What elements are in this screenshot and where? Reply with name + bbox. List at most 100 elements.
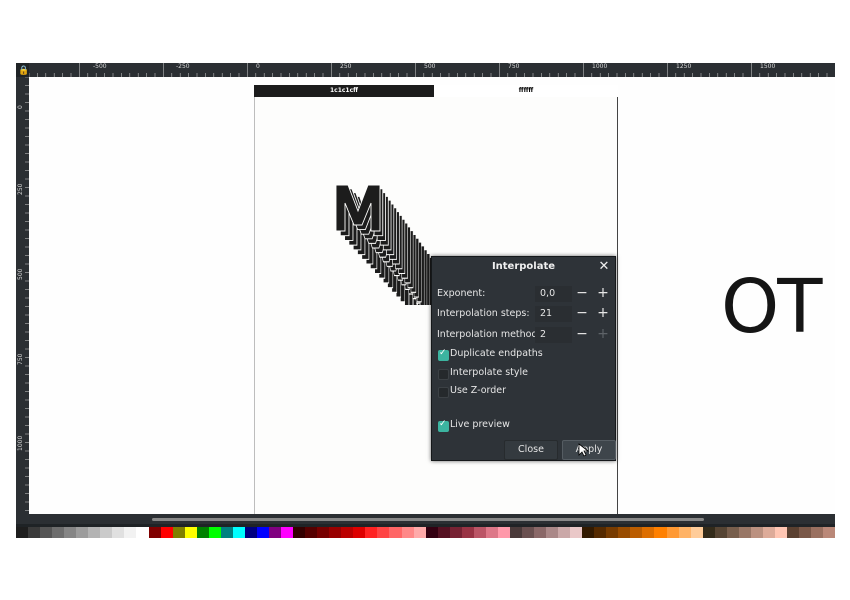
palette-swatch[interactable] (750, 527, 763, 538)
live-preview-checkbox[interactable]: Live preview (438, 419, 598, 433)
palette-swatch[interactable] (702, 527, 715, 538)
steps-increment-button[interactable]: + (593, 306, 613, 322)
palette-swatch[interactable] (534, 527, 547, 538)
palette-swatch[interactable] (136, 527, 149, 538)
color-palette[interactable] (16, 527, 835, 538)
palette-swatch[interactable] (28, 527, 41, 538)
method-decrement-button[interactable]: − (572, 327, 592, 343)
checkbox-unchecked-icon[interactable] (438, 369, 449, 380)
palette-swatch[interactable] (437, 527, 450, 538)
ruler-label: 750 (17, 353, 24, 365)
palette-swatch[interactable] (642, 527, 655, 538)
palette-swatch[interactable] (148, 527, 161, 538)
palette-swatch[interactable] (425, 527, 438, 538)
palette-swatch[interactable] (666, 527, 679, 538)
palette-swatch[interactable] (76, 527, 89, 538)
palette-swatch[interactable] (787, 527, 800, 538)
palette-swatch[interactable] (799, 527, 812, 538)
palette-swatch[interactable] (726, 527, 739, 538)
palette-swatch[interactable] (678, 527, 691, 538)
palette-swatch[interactable] (497, 527, 510, 538)
palette-swatch[interactable] (461, 527, 474, 538)
palette-swatch[interactable] (52, 527, 65, 538)
palette-swatch[interactable] (485, 527, 498, 538)
duplicate-endpaths-checkbox[interactable]: Duplicate endpaths (438, 348, 598, 362)
close-button[interactable]: Close (504, 440, 558, 460)
palette-swatch[interactable] (112, 527, 125, 538)
palette-swatch[interactable] (281, 527, 294, 538)
palette-swatch[interactable] (100, 527, 113, 538)
palette-swatch[interactable] (124, 527, 137, 538)
palette-swatch[interactable] (521, 527, 535, 538)
palette-swatch[interactable] (365, 527, 378, 538)
palette-swatch[interactable] (160, 527, 173, 538)
palette-swatch[interactable] (449, 527, 462, 538)
palette-swatch[interactable] (377, 527, 390, 538)
live-preview-label: Live preview (450, 419, 510, 430)
ruler-label: -250 (176, 63, 190, 70)
palette-swatch[interactable] (546, 527, 559, 538)
checkbox-checked-icon[interactable] (438, 419, 449, 432)
palette-swatch[interactable] (401, 527, 414, 538)
palette-swatch[interactable] (630, 527, 643, 538)
ruler-label: 250 (340, 63, 352, 70)
palette-swatch[interactable] (196, 527, 209, 538)
palette-swatch[interactable] (389, 527, 402, 538)
palette-swatch[interactable] (268, 527, 282, 538)
palette-swatch[interactable] (714, 527, 727, 538)
duplicate-endpaths-label: Duplicate endpaths (450, 348, 543, 359)
palette-swatch[interactable] (208, 527, 221, 538)
lock-icon[interactable]: 🔒 (18, 66, 29, 76)
palette-swatch[interactable] (570, 527, 583, 538)
steps-field[interactable]: 21 (535, 306, 572, 322)
palette-swatch[interactable] (738, 527, 751, 538)
checkbox-unchecked-icon[interactable] (438, 387, 449, 398)
method-field[interactable]: 2 (535, 327, 572, 343)
palette-swatch[interactable] (473, 527, 486, 538)
palette-swatch[interactable] (594, 527, 607, 538)
steps-row: Interpolation steps: 21 − + (437, 306, 612, 322)
palette-swatch[interactable] (40, 527, 53, 538)
palette-swatch[interactable] (341, 527, 354, 538)
interpolate-style-checkbox[interactable]: Interpolate style (438, 367, 598, 381)
palette-swatch[interactable] (220, 527, 233, 538)
palette-swatch[interactable] (293, 527, 306, 538)
checkbox-checked-icon[interactable] (438, 348, 449, 361)
color-label-dark: 1c1c1cff (254, 85, 434, 97)
use-zorder-checkbox[interactable]: Use Z-order (438, 385, 598, 399)
palette-swatch[interactable] (172, 527, 185, 538)
palette-swatch[interactable] (244, 527, 257, 538)
exponent-field[interactable]: 0,0 (535, 286, 572, 302)
palette-swatch[interactable] (256, 527, 269, 538)
palette-swatch[interactable] (582, 527, 595, 538)
palette-swatch[interactable] (823, 527, 835, 538)
palette-swatch[interactable] (232, 527, 245, 538)
palette-swatch[interactable] (606, 527, 619, 538)
steps-decrement-button[interactable]: − (572, 306, 592, 322)
palette-swatch[interactable] (329, 527, 342, 538)
exponent-increment-button[interactable]: + (593, 286, 613, 302)
method-increment-button[interactable]: + (593, 327, 613, 343)
palette-swatch[interactable] (317, 527, 330, 538)
palette-swatch[interactable] (509, 527, 522, 538)
palette-swatch[interactable] (558, 527, 571, 538)
palette-swatch[interactable] (774, 527, 787, 538)
palette-swatch[interactable] (353, 527, 366, 538)
palette-swatch[interactable] (618, 527, 631, 538)
horizontal-scrollbar[interactable] (16, 514, 835, 524)
palette-swatch[interactable] (305, 527, 318, 538)
scrollbar-thumb[interactable] (152, 518, 704, 521)
palette-swatch[interactable] (654, 527, 667, 538)
close-icon[interactable]: ✕ (598, 260, 610, 274)
palette-swatch[interactable] (16, 527, 29, 538)
palette-swatch[interactable] (184, 527, 197, 538)
steps-label: Interpolation steps: (437, 308, 530, 319)
palette-swatch[interactable] (88, 527, 101, 538)
canvas-text-ot[interactable]: OT (721, 267, 822, 347)
palette-swatch[interactable] (64, 527, 77, 538)
palette-swatch[interactable] (690, 527, 703, 538)
palette-swatch[interactable] (762, 527, 775, 538)
palette-swatch[interactable] (413, 527, 426, 538)
palette-swatch[interactable] (811, 527, 824, 538)
exponent-decrement-button[interactable]: − (572, 286, 592, 302)
